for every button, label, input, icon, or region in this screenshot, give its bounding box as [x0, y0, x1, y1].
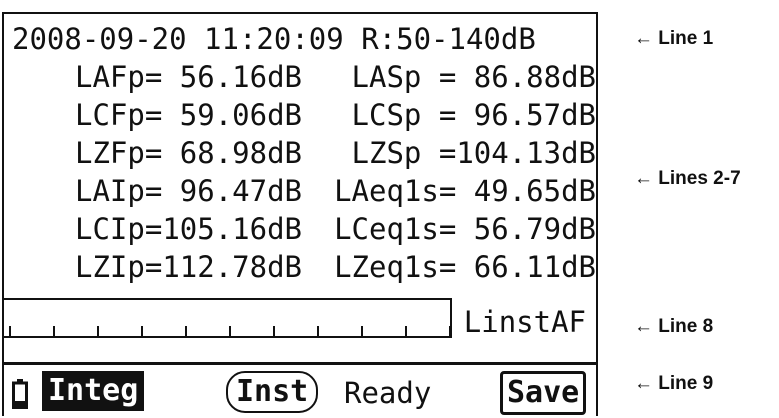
- measurement-value: 104.13dB: [456, 136, 596, 170]
- measurement-value: 112.78dB: [162, 250, 302, 284]
- mode-label: LinstAF: [463, 305, 586, 339]
- measurement-label: LZSp =: [351, 136, 457, 170]
- measurement-value: 49.65dB: [456, 174, 596, 208]
- integ-button[interactable]: Integ: [42, 371, 145, 411]
- measurement-label: LZeq1s=: [334, 250, 457, 284]
- callout-lines-2-7: ← Lines 2-7: [634, 168, 741, 189]
- inst-button[interactable]: Inst: [226, 371, 319, 413]
- measurement-label: LZIp=: [75, 250, 163, 284]
- measurement-label: LCIp=: [75, 212, 163, 246]
- save-button[interactable]: Save: [500, 371, 587, 415]
- status-line: Integ Inst Ready Save: [4, 365, 596, 418]
- measurement-label: LCFp=: [75, 98, 163, 132]
- range-readout: R:50-140dB: [361, 22, 536, 56]
- measurement-label: LZFp=: [75, 136, 163, 170]
- measurement-row: LZIp=112.78dB LZeq1s= 66.11dB: [12, 248, 596, 286]
- measurement-value: 96.57dB: [456, 98, 596, 132]
- measurement-row: LAIp= 96.47dB LAeq1s= 49.65dB: [12, 172, 596, 210]
- measurement-row: LCFp= 59.06dB LCSp = 96.57dB: [12, 96, 596, 134]
- measurement-label: LCSp =: [351, 98, 457, 132]
- header-line: 2008-09-20 11:20:09 R:50-140dB: [12, 20, 596, 58]
- measurement-label: LASp =: [351, 60, 457, 94]
- status-text: Ready: [344, 376, 432, 410]
- measurement-row: LZFp= 68.98dB LZSp =104.13dB: [12, 134, 596, 172]
- level-tick-axis: [4, 326, 451, 338]
- measurement-value: 96.47dB: [162, 174, 302, 208]
- measurement-value: 59.06dB: [162, 98, 302, 132]
- measurement-row: LAFp= 56.16dB LASp = 86.88dB: [12, 58, 596, 96]
- measurement-label: LAIp=: [75, 174, 163, 208]
- measurement-label: LAFp=: [75, 60, 163, 94]
- measurement-label: LCeq1s=: [334, 212, 457, 246]
- measurement-row: LCIp=105.16dB LCeq1s= 56.79dB: [12, 210, 596, 248]
- measurement-value: 86.88dB: [456, 60, 596, 94]
- measurement-value: 66.11dB: [456, 250, 596, 284]
- battery-low-icon: [12, 379, 28, 409]
- measurement-label: LAeq1s=: [334, 174, 457, 208]
- datetime-readout: 2008-09-20 11:20:09: [12, 22, 344, 56]
- meter-screen: 2008-09-20 11:20:09 R:50-140dB LAFp= 56.…: [2, 12, 598, 416]
- measurement-value: 56.79dB: [456, 212, 596, 246]
- measurement-value: 56.16dB: [162, 60, 302, 94]
- measurement-value: 105.16dB: [162, 212, 302, 246]
- callout-line-8: ← Line 8: [634, 316, 714, 337]
- callout-line-9: ← Line 9: [634, 373, 714, 394]
- callout-line-1: ← Line 1: [634, 28, 714, 49]
- measurement-value: 68.98dB: [162, 136, 302, 170]
